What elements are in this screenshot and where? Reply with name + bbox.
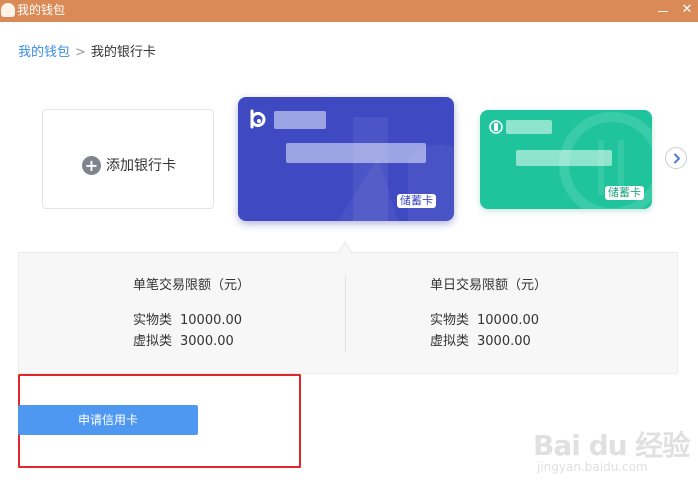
- title-bar: 我的钱包 ✕: [0, 0, 698, 22]
- masked-card-number: [516, 150, 612, 166]
- row-label: 虚拟类: [430, 334, 470, 349]
- breadcrumb: 我的钱包 > 我的银行卡: [18, 44, 156, 62]
- breadcrumb-separator: >: [75, 45, 86, 60]
- add-bank-card-label: 添加银行卡: [106, 158, 176, 174]
- breadcrumb-current: 我的银行卡: [90, 45, 156, 60]
- baidu-watermark: Bai du 经验 jingyan.baidu.com: [533, 424, 693, 490]
- daily-limit-title: 单日交易限额（元）: [430, 278, 548, 293]
- chevron-right-icon: [674, 153, 680, 164]
- masked-bank-name: [274, 111, 326, 129]
- daily-limit-virtual-row: 虚拟类 3000.00: [430, 333, 531, 351]
- single-limit-title: 单笔交易限额（元）: [133, 278, 251, 293]
- single-limit-physical-row: 实物类 10000.00: [133, 312, 242, 330]
- breadcrumb-wallet-link[interactable]: 我的钱包: [18, 45, 70, 60]
- daily-limit-physical-row: 实物类 10000.00: [430, 312, 539, 330]
- window-title: 我的钱包: [17, 3, 66, 17]
- close-button[interactable]: ✕: [676, 0, 698, 22]
- apply-credit-card-button[interactable]: 申请信用卡: [18, 405, 198, 435]
- panel-pointer-fill: [339, 243, 351, 253]
- single-limit-virtual-row: 虚拟类 3000.00: [133, 333, 234, 351]
- row-label: 实物类: [133, 313, 173, 328]
- minimize-icon: [658, 11, 668, 12]
- watermark-main-text: Bai du 经验: [533, 429, 690, 462]
- watermark-url: jingyan.baidu.com: [537, 460, 648, 474]
- card-type-badge: 储蓄卡: [397, 194, 436, 208]
- panel-divider: [345, 275, 346, 352]
- row-value: 10000.00: [477, 313, 540, 328]
- add-bank-card-button[interactable]: + 添加银行卡: [42, 109, 214, 209]
- row-value: 10000.00: [180, 313, 243, 328]
- plus-circle-icon: +: [82, 156, 101, 175]
- card-type-badge: 储蓄卡: [605, 186, 644, 200]
- row-label: 实物类: [430, 313, 470, 328]
- masked-card-number: [286, 143, 426, 163]
- bank-card-debit-blue[interactable]: 储蓄卡: [238, 97, 454, 221]
- transaction-limit-panel: [18, 252, 678, 374]
- bank-card-debit-green[interactable]: 储蓄卡: [480, 110, 652, 209]
- next-card-button[interactable]: [665, 147, 687, 169]
- row-value: 3000.00: [180, 334, 234, 349]
- row-label: 虚拟类: [133, 334, 173, 349]
- wallet-app-icon: [1, 3, 15, 17]
- row-value: 3000.00: [477, 334, 531, 349]
- masked-bank-name: [506, 120, 552, 134]
- minimize-button[interactable]: [652, 0, 674, 22]
